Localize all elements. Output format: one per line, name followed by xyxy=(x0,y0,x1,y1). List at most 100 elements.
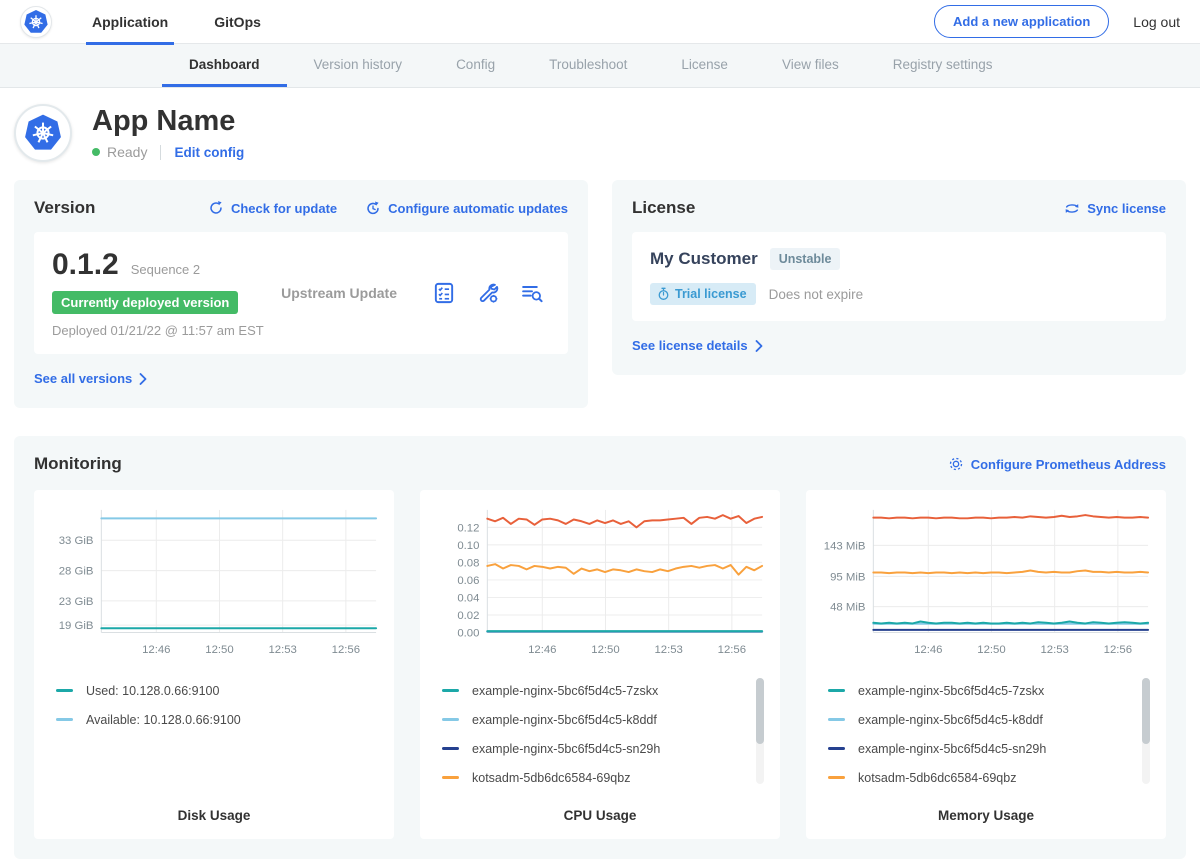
legend-swatch xyxy=(442,689,459,692)
tab-gitops[interactable]: GitOps xyxy=(208,0,267,44)
legend-item: kotsadm-5db6dc6584-69qbz xyxy=(442,763,750,792)
svg-text:12:50: 12:50 xyxy=(977,644,1005,656)
subtab-troubleshoot[interactable]: Troubleshoot xyxy=(522,44,654,87)
legend-swatch xyxy=(828,718,845,721)
schedule-update-icon xyxy=(365,200,381,216)
sync-icon xyxy=(1064,201,1080,216)
legend-item: Available: 10.128.0.66:9100 xyxy=(56,705,364,734)
edit-config-link[interactable]: Edit config xyxy=(174,145,244,160)
subtab-registry-settings[interactable]: Registry settings xyxy=(866,44,1020,87)
svg-text:143 MiB: 143 MiB xyxy=(824,540,866,552)
subtab-config[interactable]: Config xyxy=(429,44,522,87)
add-application-button[interactable]: Add a new application xyxy=(934,5,1109,38)
svg-text:0.02: 0.02 xyxy=(457,610,479,622)
legend-label: Available: 10.128.0.66:9100 xyxy=(86,713,241,727)
monitoring-title: Monitoring xyxy=(34,454,122,474)
deploy-logs-icon[interactable] xyxy=(520,281,544,305)
legend-label: example-nginx-5bc6f5d4c5-sn29h xyxy=(858,742,1046,756)
svg-text:19 GiB: 19 GiB xyxy=(59,620,94,632)
svg-text:12:56: 12:56 xyxy=(1104,644,1132,656)
svg-text:0.08: 0.08 xyxy=(457,557,479,569)
channel-badge: Unstable xyxy=(770,248,841,270)
cpu-usage-panel: 12:4612:5012:5312:560.000.020.040.060.08… xyxy=(420,490,780,839)
check-for-update-link[interactable]: Check for update xyxy=(208,200,337,216)
cpu-usage-legend: example-nginx-5bc6f5d4c5-7zskx example-ng… xyxy=(442,676,766,794)
legend-swatch xyxy=(828,689,845,692)
legend-swatch xyxy=(442,718,459,721)
legend-item: kotsadm-5db6dc6584-69qbz xyxy=(828,763,1136,792)
preflight-checks-icon[interactable] xyxy=(432,281,456,305)
current-version-panel: 0.1.2 Sequence 2 Currently deployed vers… xyxy=(34,232,568,354)
memory-usage-panel: 12:4612:5012:5312:5648 MiB95 MiB143 MiB … xyxy=(806,490,1166,839)
cpu-usage-chart: 12:4612:5012:5312:560.000.020.040.060.08… xyxy=(430,502,770,664)
version-source-label: Upstream Update xyxy=(281,285,432,301)
page-title: App Name xyxy=(92,106,244,138)
disk-usage-chart: 12:46 12:50 12:53 12:56 19 GiB 23 GiB 28 GiB 33… xyxy=(44,502,384,664)
kubernetes-logo-icon[interactable] xyxy=(20,6,52,38)
see-all-versions-link[interactable]: See all versions xyxy=(34,371,147,386)
legend-label: kotsadm-5db6dc6584-69qbz xyxy=(472,771,630,785)
legend-label: example-nginx-5bc6f5d4c5-7zskx xyxy=(858,684,1044,698)
svg-text:12:50: 12:50 xyxy=(591,644,619,656)
legend-scrollbar[interactable] xyxy=(756,678,764,784)
subtab-license[interactable]: License xyxy=(654,44,755,87)
memory-usage-chart: 12:4612:5012:5312:5648 MiB95 MiB143 MiB xyxy=(816,502,1156,664)
legend-item: example-nginx-5bc6f5d4c5-sn29h xyxy=(442,734,750,763)
status-text: Ready xyxy=(107,144,147,160)
license-card: License Sync license My Customer Unstabl… xyxy=(612,180,1186,375)
divider xyxy=(160,145,161,160)
top-nav: Application GitOps Add a new application… xyxy=(0,0,1200,44)
deployed-timestamp: Deployed 01/21/22 @ 11:57 am EST xyxy=(52,323,281,338)
license-expiry: Does not expire xyxy=(769,287,864,302)
legend-label: example-nginx-5bc6f5d4c5-sn29h xyxy=(472,742,660,756)
version-card-title: Version xyxy=(34,198,95,218)
svg-text:33 GiB: 33 GiB xyxy=(59,535,94,547)
svg-text:12:50: 12:50 xyxy=(205,644,233,656)
configure-auto-updates-link[interactable]: Configure automatic updates xyxy=(365,200,568,216)
svg-text:0.04: 0.04 xyxy=(457,592,479,604)
logout-button[interactable]: Log out xyxy=(1133,14,1180,30)
disk-usage-legend: Used: 10.128.0.66:9100 Available: 10.128.… xyxy=(56,676,380,794)
subtab-version-history[interactable]: Version history xyxy=(287,44,430,87)
legend-label: Used: 10.128.0.66:9100 xyxy=(86,684,219,698)
svg-text:28 GiB: 28 GiB xyxy=(59,566,94,578)
legend-item: example-nginx-5bc6f5d4c5-7zskx xyxy=(442,676,750,705)
svg-text:12:46: 12:46 xyxy=(142,644,170,656)
chart-title: Disk Usage xyxy=(44,808,384,823)
chart-title: Memory Usage xyxy=(816,808,1156,823)
sequence-label: Sequence 2 xyxy=(131,262,200,277)
deployed-badge: Currently deployed version xyxy=(52,291,238,314)
svg-text:12:56: 12:56 xyxy=(718,644,746,656)
svg-text:12:53: 12:53 xyxy=(268,644,296,656)
legend-scrollbar[interactable] xyxy=(1142,678,1150,784)
legend-swatch xyxy=(56,718,73,721)
see-license-details-link[interactable]: See license details xyxy=(632,338,763,353)
svg-text:12:46: 12:46 xyxy=(528,644,556,656)
subtab-dashboard[interactable]: Dashboard xyxy=(162,44,287,87)
svg-text:12:53: 12:53 xyxy=(1040,644,1068,656)
chevron-right-icon xyxy=(139,373,147,385)
trial-license-badge: Trial license xyxy=(650,283,756,305)
svg-text:12:56: 12:56 xyxy=(332,644,360,656)
legend-swatch xyxy=(442,747,459,750)
chevron-right-icon xyxy=(755,340,763,352)
tab-application[interactable]: Application xyxy=(86,0,174,44)
legend-swatch xyxy=(828,776,845,779)
refresh-icon xyxy=(208,200,224,216)
edit-config-wrench-icon[interactable] xyxy=(476,281,500,305)
subtab-view-files[interactable]: View files xyxy=(755,44,866,87)
chart-title: CPU Usage xyxy=(430,808,770,823)
configure-prometheus-link[interactable]: Configure Prometheus Address xyxy=(948,456,1166,472)
svg-text:12:53: 12:53 xyxy=(654,644,682,656)
app-sub-nav: Dashboard Version history Config Trouble… xyxy=(0,44,1200,88)
svg-text:23 GiB: 23 GiB xyxy=(59,596,94,608)
legend-swatch xyxy=(828,747,845,750)
license-card-title: License xyxy=(632,198,695,218)
version-number: 0.1.2 xyxy=(52,248,119,282)
stopwatch-icon xyxy=(657,287,670,301)
legend-item: example-nginx-5bc6f5d4c5-sn29h xyxy=(828,734,1136,763)
sync-license-link[interactable]: Sync license xyxy=(1064,201,1166,216)
legend-label: example-nginx-5bc6f5d4c5-7zskx xyxy=(472,684,658,698)
app-kubernetes-icon xyxy=(14,104,72,162)
gear-icon xyxy=(948,456,964,472)
